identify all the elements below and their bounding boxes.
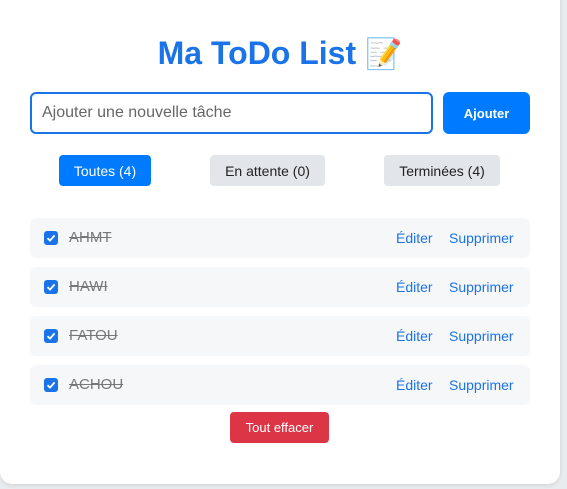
task-checkbox[interactable] bbox=[44, 378, 58, 392]
task-text: HAWI bbox=[69, 278, 108, 295]
page-title: Ma ToDo List 📝 bbox=[0, 33, 560, 75]
delete-task-link[interactable]: Supprimer bbox=[449, 377, 514, 393]
task-checkbox[interactable] bbox=[44, 280, 58, 294]
check-icon bbox=[46, 332, 56, 340]
task-item: AHMT Éditer Supprimer bbox=[30, 218, 530, 258]
task-checkbox[interactable] bbox=[44, 329, 58, 343]
task-item: FATOU Éditer Supprimer bbox=[30, 316, 530, 356]
delete-task-link[interactable]: Supprimer bbox=[449, 230, 514, 246]
memo-icon: 📝 bbox=[365, 38, 403, 71]
check-icon bbox=[46, 381, 56, 389]
task-text: FATOU bbox=[69, 327, 118, 344]
task-text: ACHOU bbox=[69, 376, 124, 393]
filter-pending-button[interactable]: En attente (0) bbox=[210, 155, 325, 186]
task-checkbox[interactable] bbox=[44, 231, 58, 245]
edit-task-link[interactable]: Éditer bbox=[396, 279, 433, 295]
filter-completed-button[interactable]: Terminées (4) bbox=[384, 155, 500, 186]
check-icon bbox=[46, 283, 56, 291]
filter-all-button[interactable]: Toutes (4) bbox=[59, 155, 151, 186]
delete-task-link[interactable]: Supprimer bbox=[449, 279, 514, 295]
title-text: Ma ToDo List bbox=[157, 35, 357, 71]
delete-task-link[interactable]: Supprimer bbox=[449, 328, 514, 344]
task-item: HAWI Éditer Supprimer bbox=[30, 267, 530, 307]
edit-task-link[interactable]: Éditer bbox=[396, 230, 433, 246]
todo-card: Ma ToDo List 📝 Ajouter Toutes (4) En att… bbox=[0, 0, 560, 484]
add-task-button[interactable]: Ajouter bbox=[443, 92, 530, 134]
task-item: ACHOU Éditer Supprimer bbox=[30, 365, 530, 405]
new-task-input[interactable] bbox=[30, 92, 433, 134]
edit-task-link[interactable]: Éditer bbox=[396, 328, 433, 344]
task-text: AHMT bbox=[69, 229, 112, 246]
edit-task-link[interactable]: Éditer bbox=[396, 377, 433, 393]
check-icon bbox=[46, 234, 56, 242]
clear-all-button[interactable]: Tout effacer bbox=[230, 412, 329, 443]
